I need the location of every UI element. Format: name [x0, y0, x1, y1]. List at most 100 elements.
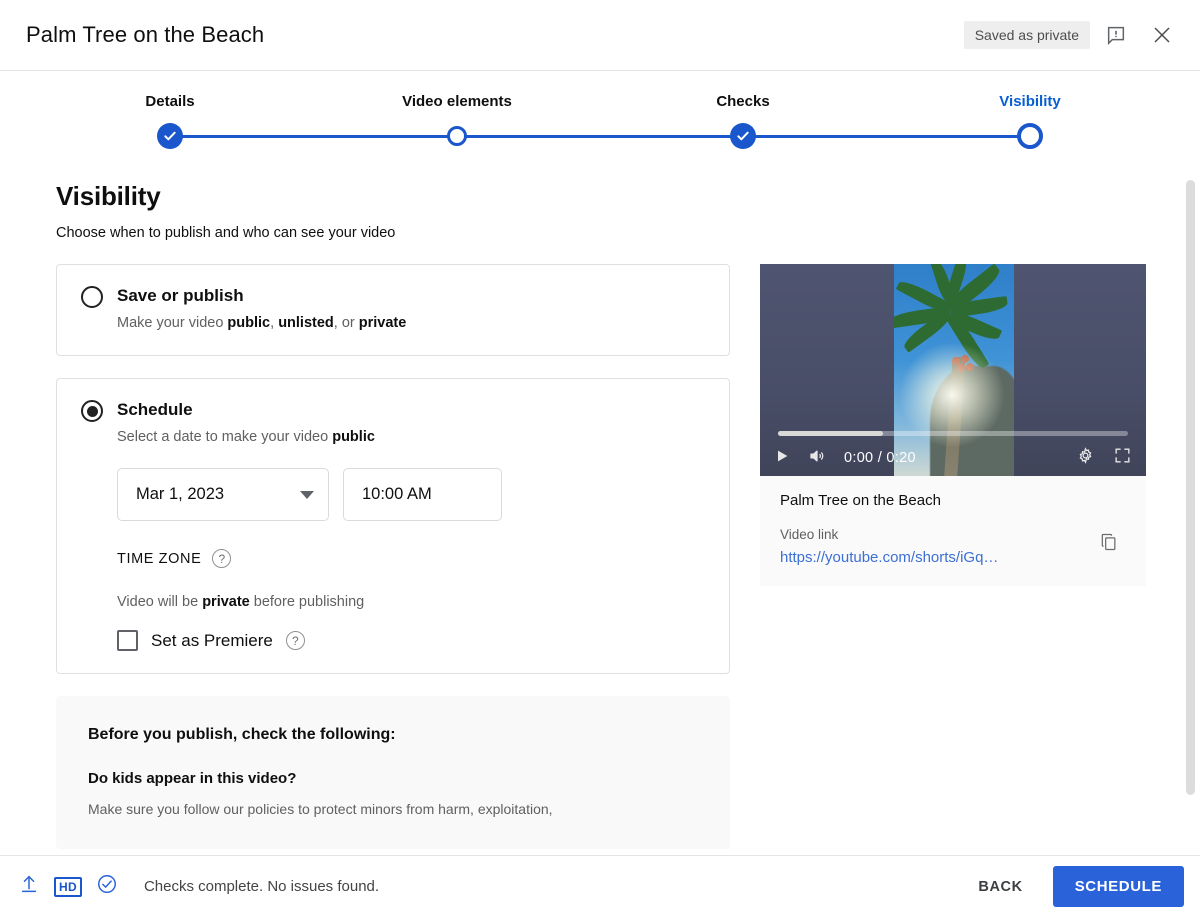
footer-status-icons: HD [18, 873, 118, 900]
stepper-labels: Details Video elements Checks Visibility [0, 93, 1200, 113]
step-node-visibility[interactable] [1017, 123, 1043, 149]
schedule-body: Mar 1, 2023 10:00 AM TIME ZONE ? [81, 468, 705, 651]
gear-icon [1076, 446, 1095, 470]
timezone-label: TIME ZONE [117, 551, 201, 567]
time-value: 10:00 AM [362, 485, 432, 504]
video-meta: Palm Tree on the Beach Video link https:… [760, 476, 1146, 586]
note-prefix: Video will be [117, 594, 202, 610]
feedback-bubble-icon [1105, 24, 1127, 46]
checklist-question: Do kids appear in this video? [88, 770, 700, 787]
premiere-row: Set as Premiere ? [117, 630, 705, 651]
time-input[interactable]: 10:00 AM [343, 468, 502, 521]
publish-checklist-panel: Before you publish, check the following:… [56, 696, 730, 849]
step-label-visibility[interactable]: Visibility [999, 93, 1060, 110]
player-progress-bar[interactable] [778, 431, 1128, 436]
upload-dialog: Palm Tree on the Beach Saved as private [0, 0, 1200, 917]
upload-icon [18, 873, 40, 900]
preview-panel: 0:00 / 0:20 [760, 264, 1146, 586]
close-button[interactable] [1142, 15, 1182, 55]
copy-icon [1099, 532, 1119, 557]
progress-fill [778, 431, 883, 436]
video-link-col: Video link https://youtube.com/shorts/iG… [780, 527, 1092, 566]
step-node-details[interactable] [157, 123, 183, 149]
status-badge: Saved as private [964, 21, 1090, 49]
check-icon [735, 128, 751, 144]
step-node-checks[interactable] [730, 123, 756, 149]
fullscreen-button[interactable] [1113, 446, 1132, 470]
option-row: Save or publish Make your video public, … [81, 285, 705, 333]
dialog-header: Palm Tree on the Beach Saved as private [0, 0, 1200, 71]
video-player[interactable]: 0:00 / 0:20 [760, 264, 1146, 476]
video-link-label: Video link [780, 527, 1092, 542]
preview-video-title: Palm Tree on the Beach [780, 492, 1126, 509]
step-label-details[interactable]: Details [145, 93, 194, 110]
option-card-save-or-publish[interactable]: Save or publish Make your video public, … [56, 264, 730, 356]
schedule-button[interactable]: SCHEDULE [1053, 866, 1184, 907]
player-controls: 0:00 / 0:20 [760, 440, 1146, 476]
option-title-schedule: Schedule [117, 399, 375, 421]
footer-status-text: Checks complete. No issues found. [144, 878, 379, 895]
volume-icon [808, 447, 826, 470]
desc-bold-private: private [359, 315, 407, 331]
desc-prefix: Make your video [117, 315, 227, 331]
schedule-fields: Mar 1, 2023 10:00 AM [117, 468, 705, 521]
note-suffix: before publishing [250, 594, 364, 610]
volume-button[interactable] [808, 447, 826, 470]
stepper-track [170, 135, 1030, 138]
desc-mid-1: , [270, 315, 278, 331]
premiere-label: Set as Premiere [151, 631, 273, 651]
player-time: 0:00 / 0:20 [844, 450, 916, 466]
checkbox-set-as-premiere[interactable] [117, 630, 138, 651]
fullscreen-icon [1113, 446, 1132, 470]
check-icon [162, 128, 178, 144]
desc-bold-public: public [332, 429, 375, 445]
section-title: Visibility [56, 181, 1164, 212]
help-icon-timezone[interactable]: ? [212, 549, 231, 568]
option-title-save-or-publish: Save or publish [117, 285, 406, 307]
close-icon [1150, 23, 1174, 47]
timezone-row: TIME ZONE ? [117, 549, 705, 568]
video-link[interactable]: https://youtube.com/shorts/iGq… [780, 549, 1092, 566]
scroll-content: Visibility Choose when to publish and wh… [0, 148, 1200, 849]
footer-actions: BACK SCHEDULE [964, 866, 1184, 907]
help-icon-premiere[interactable]: ? [286, 631, 305, 650]
dialog-footer: HD Checks complete. No issues found. BAC… [0, 855, 1200, 917]
privacy-note: Video will be private before publishing [117, 594, 705, 610]
option-text: Schedule Select a date to make your vide… [117, 399, 375, 447]
play-button[interactable] [774, 448, 790, 469]
option-description-save-or-publish: Make your video public, unlisted, or pri… [117, 314, 406, 333]
video-link-row: Video link https://youtube.com/shorts/iG… [780, 527, 1126, 566]
desc-bold-unlisted: unlisted [278, 315, 334, 331]
page-title: Palm Tree on the Beach [26, 22, 264, 48]
radio-save-or-publish[interactable] [81, 286, 103, 308]
checklist-title: Before you publish, check the following: [88, 726, 700, 744]
step-label-checks[interactable]: Checks [716, 93, 769, 110]
option-row: Schedule Select a date to make your vide… [81, 399, 705, 447]
content-columns: Save or publish Make your video public, … [56, 264, 1164, 849]
feedback-button[interactable] [1096, 15, 1136, 55]
step-node-video-elements[interactable] [447, 126, 467, 146]
note-bold-private: private [202, 594, 250, 610]
sun-flare [894, 335, 1012, 455]
back-button[interactable]: BACK [964, 869, 1036, 905]
desc-prefix: Select a date to make your video [117, 429, 332, 445]
header-actions: Saved as private [964, 15, 1182, 55]
radio-schedule[interactable] [81, 400, 103, 422]
visibility-options: Save or publish Make your video public, … [56, 264, 730, 849]
option-card-schedule[interactable]: Schedule Select a date to make your vide… [56, 378, 730, 674]
section-subtitle: Choose when to publish and who can see y… [56, 225, 1164, 241]
content-scrollbar[interactable] [1186, 180, 1195, 795]
option-description-schedule: Select a date to make your video public [117, 428, 375, 447]
date-value: Mar 1, 2023 [136, 485, 224, 504]
step-label-video-elements[interactable]: Video elements [402, 93, 512, 110]
hd-badge: HD [54, 877, 82, 897]
desc-mid-2: , or [334, 315, 359, 331]
settings-button[interactable] [1076, 446, 1095, 470]
play-icon [774, 448, 790, 469]
date-picker[interactable]: Mar 1, 2023 [117, 468, 329, 521]
copy-link-button[interactable] [1092, 527, 1126, 561]
check-circle-icon [96, 873, 118, 900]
desc-bold-public: public [227, 315, 270, 331]
radio-dot [87, 406, 98, 417]
option-text: Save or publish Make your video public, … [117, 285, 406, 333]
